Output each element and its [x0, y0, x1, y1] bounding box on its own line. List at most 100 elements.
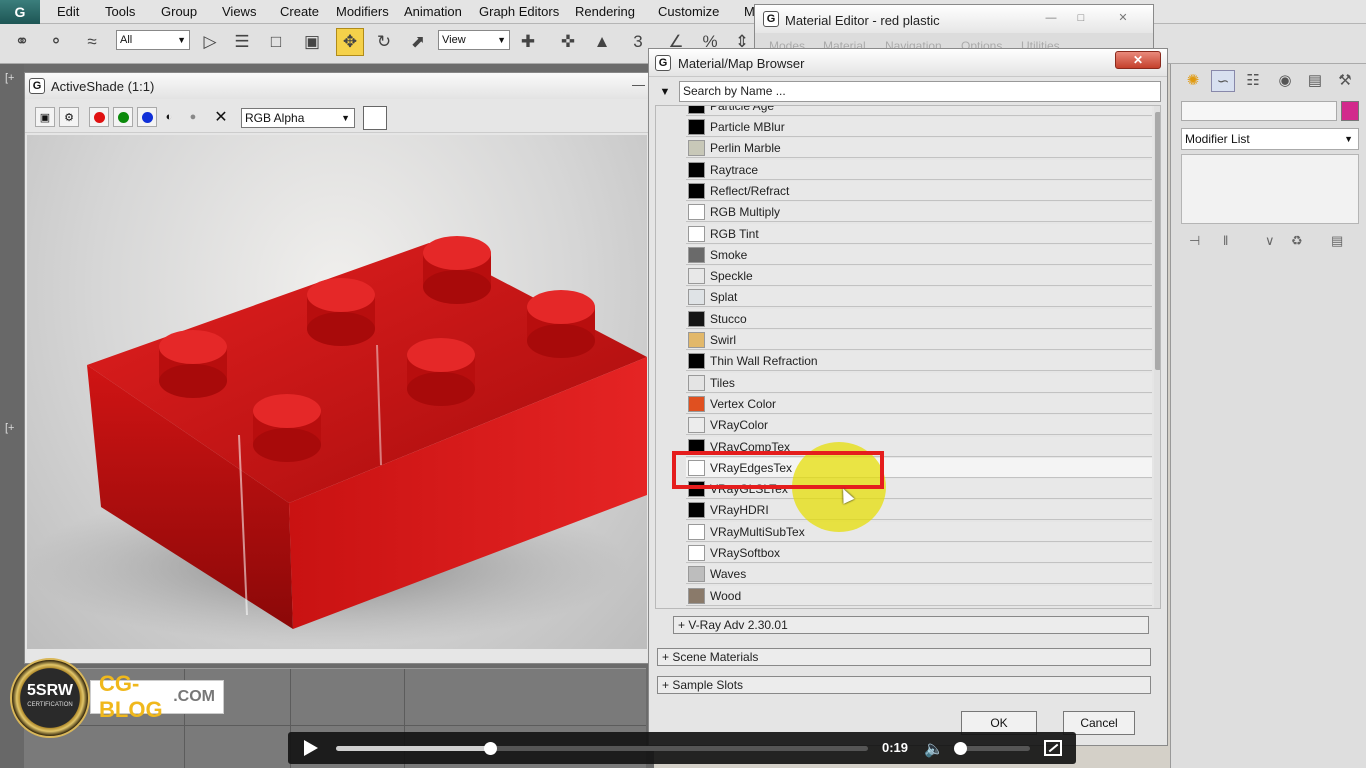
app-logo[interactable]: G	[0, 0, 40, 24]
channel-select[interactable]: RGB Alpha ▼	[241, 108, 355, 128]
show-end-result-icon[interactable]: ‖	[1223, 233, 1228, 248]
rotate-icon[interactable]: ↻	[370, 28, 398, 56]
menu-edit[interactable]: Edit	[57, 4, 79, 19]
list-item[interactable]: Tiles	[686, 372, 1152, 393]
list-item[interactable]: Splat	[686, 287, 1152, 308]
minimize-icon[interactable]: —	[632, 77, 645, 92]
list-item[interactable]: Stucco	[686, 308, 1152, 329]
menu-group[interactable]: Group	[161, 4, 197, 19]
list-item[interactable]: VRayColor	[686, 415, 1152, 436]
fullscreen-icon[interactable]	[1044, 740, 1062, 756]
hierarchy-tab-icon[interactable]: ☷	[1241, 70, 1265, 92]
list-item[interactable]: Raytrace	[686, 159, 1152, 180]
list-item[interactable]: Waves	[686, 564, 1152, 585]
browser-titlebar[interactable]: G Material/Map Browser ✕	[649, 49, 1167, 77]
menu-tools[interactable]: Tools	[105, 4, 135, 19]
blue-channel-toggle[interactable]	[137, 107, 157, 127]
group-sample-slots[interactable]: + Sample Slots	[657, 676, 1151, 694]
object-name-field[interactable]	[1181, 101, 1337, 121]
activeshade-titlebar[interactable]: G ActiveShade (1:1) —	[25, 73, 653, 99]
select-by-name-icon[interactable]: ☰	[228, 28, 256, 56]
list-item[interactable]: RGB Tint	[686, 223, 1152, 244]
window-crossing-icon[interactable]: ▣	[298, 28, 326, 56]
alpha-channel-icon[interactable]: ◐	[159, 107, 179, 127]
material-editor-titlebar[interactable]: G Material Editor - red plastic — □ ✕	[755, 5, 1153, 33]
rect-selection-icon[interactable]: □	[262, 28, 290, 56]
scrollbar-thumb[interactable]	[1155, 112, 1160, 370]
move-icon[interactable]: ✥	[336, 28, 364, 56]
list-item[interactable]: Thin Wall Refraction	[686, 351, 1152, 372]
modifier-stack[interactable]	[1181, 154, 1359, 224]
list-item[interactable]: Particle MBlur	[686, 117, 1152, 137]
reference-coord-select[interactable]: View ▼	[438, 30, 510, 50]
clone-window-icon[interactable]: ⚙	[59, 107, 79, 127]
pin-stack-icon[interactable]: ⊣	[1189, 233, 1200, 249]
create-tab-icon[interactable]: ✺	[1181, 70, 1205, 92]
list-item[interactable]: VRayHDRI	[686, 500, 1152, 521]
close-button[interactable]: ✕	[1115, 51, 1161, 69]
volume-icon[interactable]: 🔈	[924, 739, 944, 759]
scale-icon[interactable]: ⬈	[404, 28, 432, 56]
menu-customize[interactable]: Customize	[658, 4, 719, 19]
list-item[interactable]: Vertex Color	[686, 393, 1152, 414]
list-item[interactable]: VRaySoftbox	[686, 543, 1152, 563]
unlink-icon[interactable]: ⚬	[42, 28, 70, 56]
menu-graph-editors[interactable]: Graph Editors	[479, 4, 559, 19]
modify-tab-icon[interactable]: ∽	[1211, 70, 1235, 92]
list-item-label: RGB Tint	[710, 226, 759, 241]
list-item[interactable]: Swirl	[686, 330, 1152, 350]
seek-handle[interactable]	[484, 742, 498, 755]
list-item[interactable]: RGB Multiply	[686, 202, 1152, 223]
background-color-swatch[interactable]	[363, 106, 387, 130]
display-tab-icon[interactable]: ▤	[1303, 70, 1327, 92]
list-item-label: Reflect/Refract	[710, 183, 790, 198]
minimize-icon[interactable]: —	[1039, 9, 1063, 27]
bind-spacewarp-icon[interactable]: ≈	[78, 28, 106, 56]
list-item[interactable]: VRayMultiSubTex	[686, 521, 1152, 542]
green-channel-toggle[interactable]	[113, 107, 133, 127]
object-color-swatch[interactable]	[1341, 101, 1359, 121]
browser-options-icon[interactable]: ▼	[655, 83, 675, 101]
clear-icon[interactable]: ✕	[211, 107, 231, 127]
menu-modifiers[interactable]: Modifiers	[336, 4, 389, 19]
brand-text: CG-BLOG .COM	[90, 671, 224, 722]
pivot-center-icon[interactable]: ✚	[514, 28, 542, 56]
group-vray-adv[interactable]: + V-Ray Adv 2.30.01	[673, 616, 1149, 634]
volume-handle[interactable]	[954, 742, 967, 755]
keyboard-shortcut-icon[interactable]: ▲	[588, 28, 616, 56]
menu-animation[interactable]: Animation	[404, 4, 462, 19]
configure-sets-icon[interactable]: ▤	[1331, 233, 1343, 249]
make-unique-icon[interactable]: ∨	[1265, 233, 1275, 249]
menu-views[interactable]: Views	[222, 4, 256, 19]
utilities-tab-icon[interactable]: ⚒	[1333, 70, 1357, 92]
select-object-icon[interactable]: ▷	[196, 28, 224, 56]
modifier-list-select[interactable]: Modifier List ▼	[1181, 128, 1359, 150]
menu-rendering[interactable]: Rendering	[575, 4, 635, 19]
list-item[interactable]: Perlin Marble	[686, 138, 1152, 159]
watermark-logo: 5SRW CERTIFICATION CG-BLOG .COM	[10, 654, 224, 740]
remove-modifier-icon[interactable]: ♻	[1291, 233, 1303, 249]
map-swatch	[688, 395, 705, 412]
close-icon[interactable]: ✕	[1111, 9, 1135, 27]
volume-slider[interactable]	[954, 742, 1030, 755]
list-item[interactable]: Particle Age	[686, 106, 1152, 116]
select-manipulate-icon[interactable]: ✜	[554, 28, 582, 56]
seek-bar[interactable]	[336, 742, 868, 755]
play-icon[interactable]	[304, 740, 318, 756]
selection-filter-select[interactable]: All ▼	[116, 30, 190, 50]
group-scene-materials[interactable]: + Scene Materials	[657, 648, 1151, 666]
motion-tab-icon[interactable]: ◉	[1273, 70, 1297, 92]
monochrome-icon[interactable]: ●	[183, 107, 203, 127]
save-image-icon[interactable]: ▣	[35, 107, 55, 127]
list-item[interactable]: Smoke	[686, 244, 1152, 265]
scrollbar[interactable]	[1154, 106, 1160, 608]
list-item[interactable]: Reflect/Refract	[686, 180, 1152, 201]
menu-create[interactable]: Create	[280, 4, 319, 19]
maximize-icon[interactable]: □	[1069, 9, 1093, 27]
list-item[interactable]: Speckle	[686, 266, 1152, 287]
select-link-icon[interactable]: ⚭	[8, 28, 36, 56]
red-channel-toggle[interactable]	[89, 107, 109, 127]
viewport-label-icon: [+	[5, 422, 15, 434]
search-input[interactable]: Search by Name ...	[679, 81, 1161, 102]
list-item[interactable]: Wood	[686, 585, 1152, 606]
